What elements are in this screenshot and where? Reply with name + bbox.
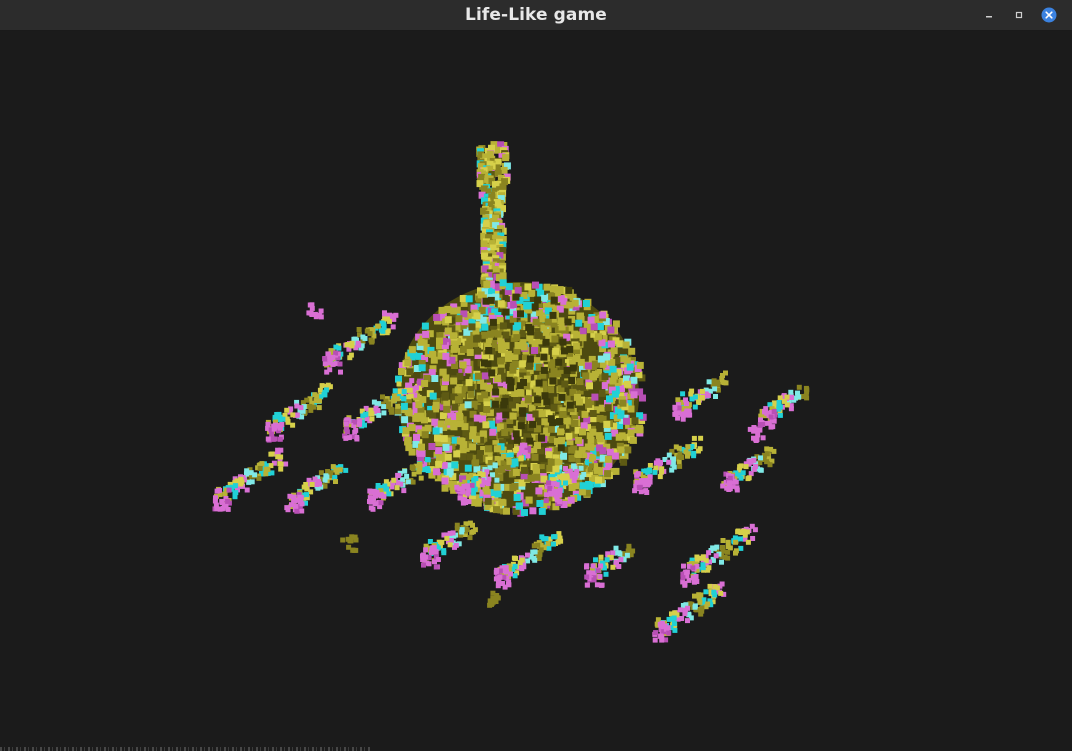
game-viewport[interactable] [0, 31, 1072, 751]
voxel-scene [212, 141, 810, 643]
window-title: Life-Like game [465, 5, 607, 25]
app-window: Life-Like game [0, 0, 1072, 751]
status-strip [0, 747, 370, 751]
central-sphere [394, 281, 647, 517]
title-bar[interactable]: Life-Like game [0, 0, 1072, 31]
minimize-icon [986, 16, 992, 18]
vertical-tower [476, 141, 511, 288]
maximize-icon [1015, 11, 1023, 19]
window-controls [980, 6, 1058, 24]
minimize-button[interactable] [980, 6, 998, 24]
maximize-button[interactable] [1010, 6, 1028, 24]
close-icon [1041, 7, 1057, 23]
close-button[interactable] [1040, 6, 1058, 24]
